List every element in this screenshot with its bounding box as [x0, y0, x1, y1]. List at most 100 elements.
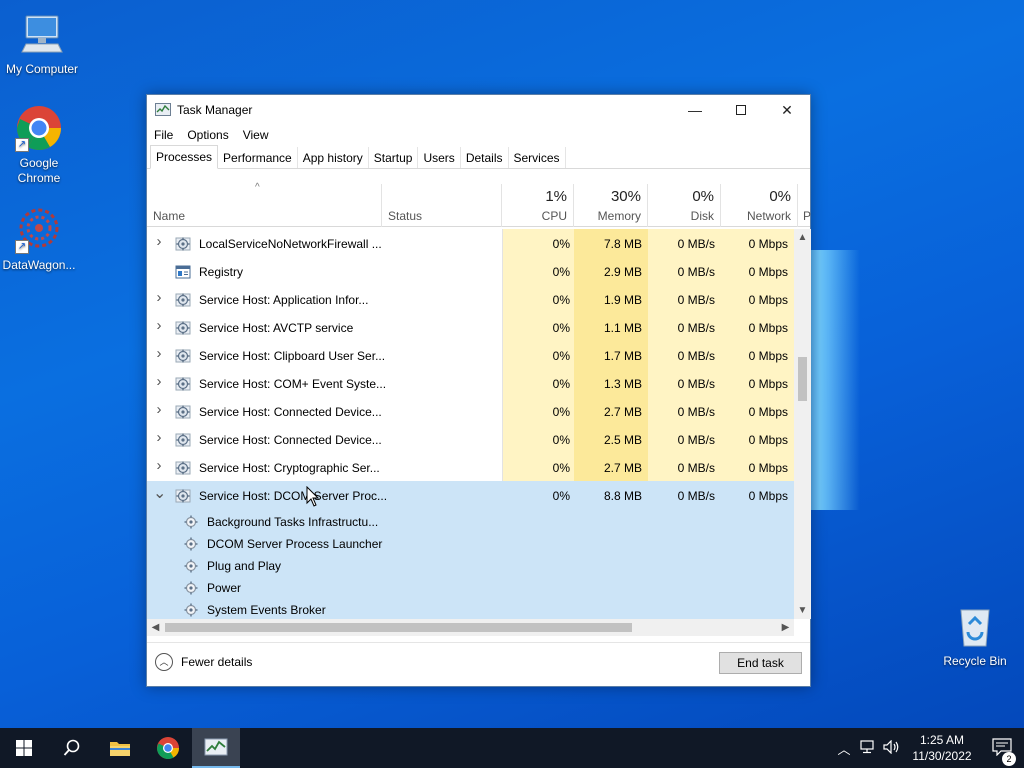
- process-memory: 1.1 MB: [603, 321, 642, 335]
- column-power[interactable]: P: [798, 184, 812, 227]
- process-memory: 1.3 MB: [603, 377, 642, 391]
- service-name: System Events Broker: [207, 603, 326, 617]
- table-row[interactable]: › LocalServiceNoNetworkFirewall ... 0% 7.8 …: [147, 229, 794, 257]
- process-list: › LocalServiceNoNetworkFirewall ... 0% 7.8 …: [147, 229, 794, 619]
- tab-processes[interactable]: Processes: [150, 145, 219, 169]
- process-disk: 0 MB/s: [677, 433, 715, 447]
- column-network[interactable]: 0% Network: [721, 184, 798, 227]
- table-row[interactable]: › Service Host: Connected Device... 0% 2.5 …: [147, 425, 794, 453]
- chevron-right-icon[interactable]: ›: [153, 233, 165, 250]
- chevron-down-icon[interactable]: ⌄: [153, 483, 166, 503]
- tab-startup[interactable]: Startup: [369, 147, 419, 168]
- column-name-label: Name: [153, 209, 186, 223]
- service-child-row[interactable]: System Events Broker: [147, 599, 794, 619]
- tab-performance[interactable]: Performance: [218, 147, 298, 168]
- tab-strip: Processes Performance App history Startu…: [147, 145, 810, 169]
- table-row[interactable]: › Service Host: Cryptographic Ser... 0% 2.7…: [147, 453, 794, 481]
- service-name: DCOM Server Process Launcher: [207, 537, 383, 551]
- close-button[interactable]: ✕: [764, 95, 810, 125]
- action-center-button[interactable]: 2: [980, 737, 1024, 766]
- volume-icon[interactable]: [880, 739, 904, 757]
- process-disk: 0 MB/s: [677, 265, 715, 279]
- vertical-scroll-thumb[interactable]: [798, 357, 807, 401]
- horizontal-scrollbar[interactable]: ◀ ▶: [147, 619, 794, 636]
- vertical-scrollbar[interactable]: ▲ ▼: [794, 229, 811, 619]
- minimize-button[interactable]: —: [672, 95, 718, 125]
- chevron-right-icon[interactable]: ›: [153, 429, 165, 446]
- network-icon[interactable]: [856, 739, 880, 757]
- scroll-right-arrow-icon[interactable]: ▶: [777, 619, 794, 636]
- end-task-button[interactable]: End task: [719, 652, 802, 674]
- table-row[interactable]: › Service Host: COM+ Event Syste... 0% 1.3 …: [147, 369, 794, 397]
- chevron-up-icon[interactable]: ︿: [832, 739, 856, 758]
- close-icon: ✕: [781, 101, 793, 118]
- taskbar-chrome[interactable]: [144, 728, 192, 768]
- task-manager-window: Task Manager — ✕ File Options View Proce…: [146, 94, 811, 687]
- tab-app-history[interactable]: App history: [298, 147, 369, 168]
- task-manager-icon: [204, 738, 228, 756]
- process-disk: 0 MB/s: [677, 489, 715, 503]
- desktop-icon-datawagon[interactable]: ↗ DataWagon...: [0, 206, 81, 273]
- table-row[interactable]: › Service Host: AVCTP service 0% 1.1 MB 0 MB…: [147, 313, 794, 341]
- tab-details[interactable]: Details: [461, 147, 509, 168]
- service-name: Plug and Play: [207, 559, 282, 573]
- clock[interactable]: 1:25 AM 11/30/2022: [904, 732, 980, 764]
- title-bar[interactable]: Task Manager — ✕: [147, 95, 810, 125]
- process-cpu: 0%: [552, 349, 570, 363]
- chevron-right-icon[interactable]: ›: [153, 401, 165, 418]
- service-child-row[interactable]: Power: [147, 577, 794, 599]
- table-row[interactable]: › Service Host: Application Infor... 0% 1.9…: [147, 285, 794, 313]
- process-network: 0 Mbps: [748, 265, 788, 279]
- tab-users[interactable]: Users: [418, 147, 461, 168]
- scroll-down-arrow-icon[interactable]: ▼: [794, 602, 811, 619]
- chevron-right-icon[interactable]: ›: [153, 457, 165, 474]
- process-disk: 0 MB/s: [677, 349, 715, 363]
- service-child-row[interactable]: Background Tasks Infrastructu...: [147, 511, 794, 533]
- table-row[interactable]: ⌄ Service Host: DCOM Server Proc... 0% 8.8 …: [147, 481, 794, 509]
- table-row[interactable]: Registry 0% 2.9 MB 0 MB/s 0 Mbps: [147, 257, 794, 285]
- tab-services[interactable]: Services: [509, 147, 566, 168]
- table-row[interactable]: › Service Host: Connected Device... 0% 2.7 …: [147, 397, 794, 425]
- start-button[interactable]: [0, 728, 48, 768]
- search-icon: [63, 739, 80, 756]
- process-name: LocalServiceNoNetworkFirewall ...: [199, 237, 382, 251]
- column-cpu[interactable]: 1% CPU: [502, 184, 574, 227]
- service-child-row[interactable]: Plug and Play: [147, 555, 794, 577]
- column-disk[interactable]: 0% Disk: [648, 184, 721, 227]
- scroll-left-arrow-icon[interactable]: ◀: [147, 619, 164, 636]
- menu-file[interactable]: File: [154, 128, 173, 142]
- process-name: Service Host: Connected Device...: [199, 405, 382, 419]
- service-name: Background Tasks Infrastructu...: [207, 515, 379, 529]
- desktop-icon-my-computer[interactable]: My Computer: [0, 10, 84, 77]
- process-cpu: 0%: [552, 265, 570, 279]
- column-memory[interactable]: 30% Memory: [574, 184, 648, 227]
- desktop-icon-recycle-bin[interactable]: Recycle Bin: [933, 602, 1017, 669]
- desktop-icon-chrome[interactable]: ↗ Google Chrome: [0, 104, 81, 186]
- fewer-details-toggle[interactable]: ︿ Fewer details: [155, 653, 252, 671]
- horizontal-scroll-thumb[interactable]: [165, 623, 632, 632]
- column-power-label: P: [803, 209, 812, 223]
- chevron-right-icon[interactable]: ›: [153, 345, 165, 362]
- table-row[interactable]: › Service Host: Clipboard User Ser... 0% 1.…: [147, 341, 794, 369]
- process-memory: 2.5 MB: [603, 433, 642, 447]
- chevron-right-icon[interactable]: ›: [153, 317, 165, 334]
- column-status[interactable]: Status: [382, 184, 502, 227]
- process-name: Service Host: Cryptographic Ser...: [199, 461, 380, 475]
- taskbar-task-manager[interactable]: [192, 728, 240, 768]
- mouse-cursor-icon: [306, 486, 320, 507]
- process-cpu: 0%: [552, 237, 570, 251]
- service-name: Power: [207, 581, 242, 595]
- column-memory-label: Memory: [597, 209, 641, 223]
- search-button[interactable]: [48, 728, 96, 768]
- scroll-up-arrow-icon[interactable]: ▲: [794, 229, 811, 246]
- taskbar-file-explorer[interactable]: [96, 728, 144, 768]
- process-disk: 0 MB/s: [677, 405, 715, 419]
- chevron-right-icon[interactable]: ›: [153, 289, 165, 306]
- maximize-button[interactable]: [718, 95, 764, 125]
- service-child-row[interactable]: DCOM Server Process Launcher: [147, 533, 794, 555]
- column-name[interactable]: Name: [147, 184, 382, 227]
- menu-options[interactable]: Options: [187, 128, 228, 142]
- process-name: Service Host: DCOM Server Proc...: [199, 489, 388, 503]
- chevron-right-icon[interactable]: ›: [153, 373, 165, 390]
- menu-view[interactable]: View: [243, 128, 269, 142]
